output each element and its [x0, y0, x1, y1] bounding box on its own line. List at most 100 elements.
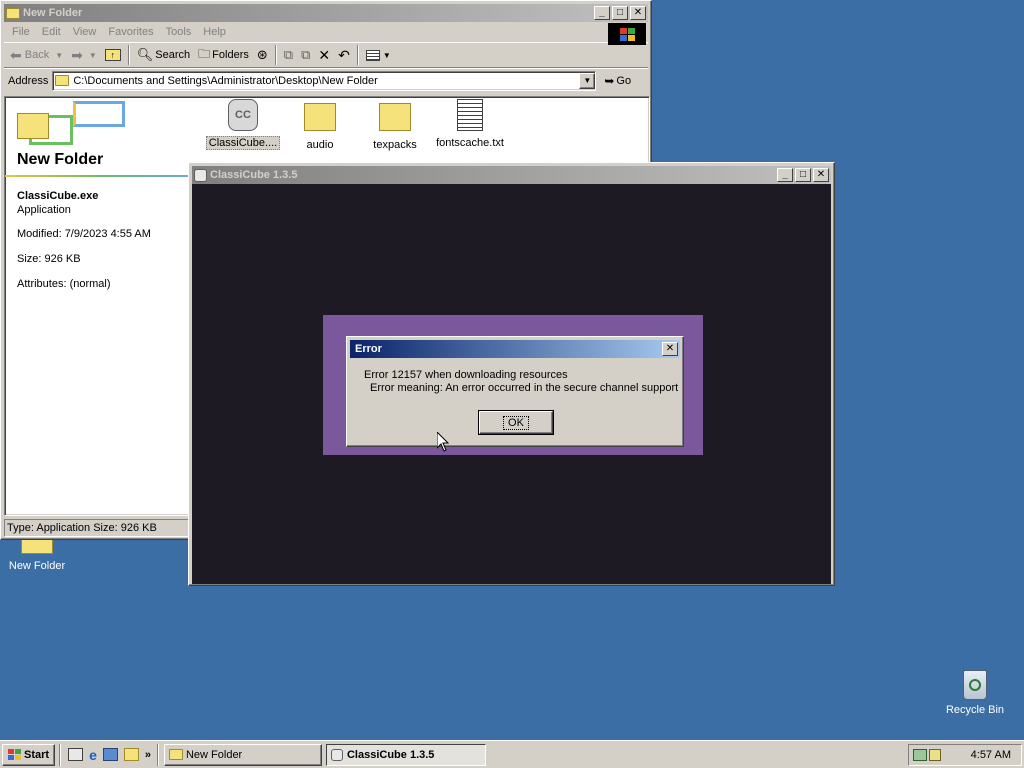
go-button[interactable]: ➥ Go	[600, 70, 635, 92]
menu-view[interactable]: View	[67, 26, 103, 38]
search-icon: 🔍︎	[136, 47, 154, 62]
dialog-title: Error	[355, 343, 382, 355]
menu-file[interactable]: File	[6, 26, 36, 38]
details-name: ClassiCube.exe	[17, 190, 99, 202]
details-size: Size: 926 KB	[17, 253, 81, 265]
back-arrow-icon: ⬅	[10, 46, 22, 63]
outlook-express-icon[interactable]	[102, 748, 118, 761]
history-button[interactable]: ⊛	[253, 44, 272, 66]
classicube-titlebar[interactable]: ClassiCube 1.3.5 _ □ ✕	[192, 166, 831, 184]
forward-arrow-icon: ➡	[71, 46, 83, 63]
error-titlebar[interactable]: Error ✕	[350, 340, 680, 358]
network-icon[interactable]	[913, 749, 927, 761]
folder-icon	[55, 75, 70, 86]
classicube-exe-icon: CC	[228, 99, 258, 131]
address-label: Address	[8, 74, 49, 87]
error-dialog: Error ✕ Error 12157 when downloading res…	[346, 336, 684, 447]
address-input[interactable]: C:\Documents and Settings\Administrator\…	[73, 75, 579, 87]
web-view-pane: New Folder ClassiCube.exe Application Mo…	[5, 97, 190, 515]
undo-icon: ↶	[338, 46, 350, 63]
toolbar-separator	[356, 45, 359, 65]
sound-icon[interactable]	[929, 749, 941, 761]
explorer-quicklaunch-icon[interactable]	[123, 748, 139, 761]
file-item-texpacks[interactable]: texpacks	[360, 99, 430, 151]
system-tray: 4:57 AM	[908, 744, 1022, 766]
toolbar-separator	[127, 45, 130, 65]
task-button-classicube[interactable]: ClassiCube 1.3.5	[325, 743, 486, 766]
menu-favorites[interactable]: Favorites	[102, 26, 159, 38]
classicube-app-icon	[330, 748, 343, 761]
task-button-new-folder[interactable]: New Folder	[163, 743, 322, 766]
details-attributes: Attributes: (normal)	[17, 278, 111, 290]
text-file-icon	[457, 99, 483, 131]
window-title: New Folder	[23, 7, 83, 19]
file-item-classicube[interactable]: CC ClassiCube....	[205, 99, 281, 150]
up-folder-button[interactable]: ↑	[101, 44, 125, 66]
folders-button[interactable]: 🗀 Folders	[194, 44, 253, 66]
menu-tools[interactable]: Tools	[160, 26, 198, 38]
show-desktop-icon[interactable]	[68, 748, 84, 761]
folders-icon: 🗀	[198, 46, 211, 61]
go-arrow-icon: ➥	[604, 73, 615, 88]
file-label: fontscache.txt	[436, 137, 504, 149]
explorer-titlebar[interactable]: New Folder _ □ ✕	[4, 4, 648, 22]
undo-button[interactable]: ↶	[334, 44, 354, 66]
desktop-icon-new-folder[interactable]: New Folder	[2, 536, 72, 572]
classicube-app-icon	[194, 168, 207, 182]
ok-button[interactable]: OK	[478, 410, 554, 435]
toolbar-separator	[274, 45, 277, 65]
dropdown-arrow-icon: ▼	[88, 50, 97, 60]
minimize-button[interactable]: _	[594, 6, 610, 20]
windows-logo-icon	[8, 749, 21, 760]
clock[interactable]: 4:57 AM	[971, 749, 1011, 761]
delete-icon: ✕	[318, 46, 331, 63]
standard-toolbar: ⬅ Back ▼ ➡ ▼ ↑ 🔍︎ Search 🗀 Folders ⊛ ⧉ ⧉	[4, 42, 648, 68]
desktop-icon-label: Recycle Bin	[945, 704, 1005, 716]
file-item-fontscache[interactable]: fontscache.txt	[429, 99, 511, 149]
file-item-audio[interactable]: audio	[285, 99, 355, 151]
back-button[interactable]: ⬅ Back ▼	[6, 44, 67, 66]
maximize-button[interactable]: □	[795, 168, 811, 182]
forward-button[interactable]: ➡ ▼	[67, 44, 101, 66]
quick-launch: e »	[68, 747, 151, 763]
close-button[interactable]: ✕	[662, 342, 678, 356]
history-icon: ⊛	[256, 47, 268, 62]
move-to-icon: ⧉	[283, 47, 294, 62]
chevron-right-icon[interactable]: »	[145, 749, 151, 761]
search-button[interactable]: 🔍︎ Search	[133, 44, 194, 66]
menu-help[interactable]: Help	[197, 26, 232, 38]
folder-banner	[9, 101, 129, 145]
up-folder-icon: ↑	[104, 49, 121, 61]
file-label: texpacks	[373, 139, 417, 151]
taskbar-separator	[156, 743, 159, 766]
dropdown-arrow-icon: ▼	[382, 50, 391, 60]
close-button[interactable]: ✕	[813, 168, 829, 182]
minimize-button[interactable]: _	[777, 168, 793, 182]
folder-icon	[6, 7, 20, 19]
folder-heading: New Folder	[17, 151, 104, 168]
file-label: ClassiCube....	[205, 136, 281, 150]
address-dropdown-button[interactable]: ▼	[579, 72, 596, 89]
taskbar-separator	[59, 743, 62, 766]
close-button[interactable]: ✕	[630, 6, 646, 20]
file-label: audio	[306, 139, 334, 151]
recycle-bin-icon	[963, 670, 987, 700]
error-message-line1: Error 12157 when downloading resources	[364, 369, 568, 381]
desktop-icon-recycle-bin[interactable]: Recycle Bin	[940, 670, 1010, 716]
move-to-button[interactable]: ⧉	[280, 44, 297, 66]
start-button[interactable]: Start	[2, 743, 56, 766]
views-button[interactable]: ▼	[362, 44, 395, 66]
taskbar: Start e » New Folder ClassiCube 1.3.5 4:…	[0, 740, 1024, 768]
copy-to-icon: ⧉	[301, 47, 311, 62]
desktop-icon-label: New Folder	[8, 560, 66, 572]
copy-to-button[interactable]: ⧉	[297, 44, 314, 66]
menu-edit[interactable]: Edit	[36, 26, 67, 38]
maximize-button[interactable]: □	[612, 6, 628, 20]
details-type: Application	[17, 204, 71, 216]
views-icon	[365, 49, 380, 61]
delete-button[interactable]: ✕	[314, 44, 334, 66]
folder-icon	[17, 113, 49, 139]
address-combo[interactable]: C:\Documents and Settings\Administrator\…	[52, 70, 597, 91]
internet-explorer-icon[interactable]: e	[89, 747, 97, 763]
dropdown-arrow-icon: ▼	[55, 50, 64, 60]
